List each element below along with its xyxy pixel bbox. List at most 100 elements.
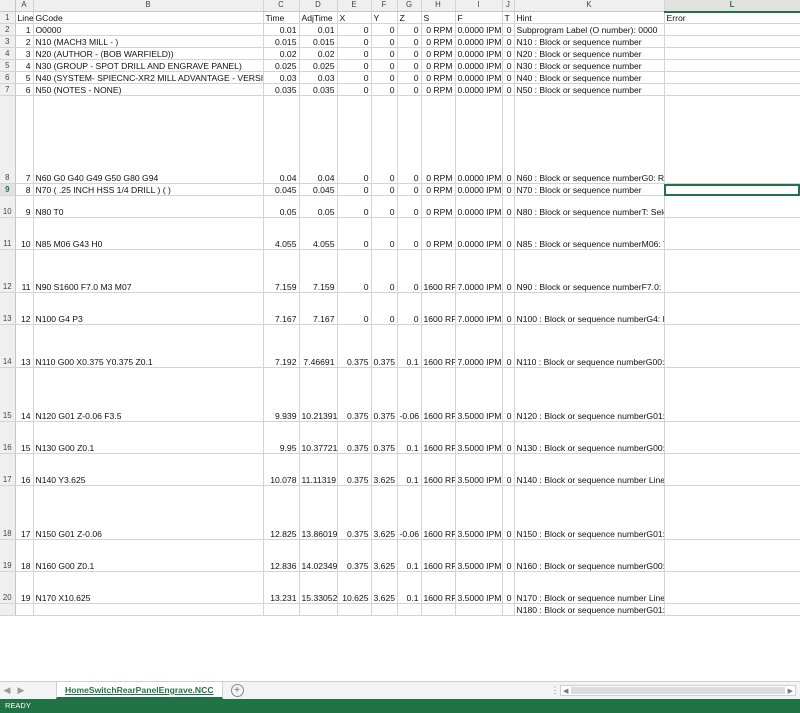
cell-i[interactable]: 0.0000 IPM xyxy=(455,95,503,185)
cell-f[interactable]: 0 xyxy=(371,217,398,251)
cell-d[interactable]: 10.37721 xyxy=(299,421,338,455)
cell-g[interactable]: 0 xyxy=(397,292,422,326)
cell-a[interactable]: 3 xyxy=(15,47,34,61)
cell-d[interactable]: 0.02 xyxy=(299,47,338,61)
cell-j[interactable]: 0 xyxy=(502,539,515,573)
cell-j[interactable]: 0 xyxy=(502,83,515,97)
cell-g[interactable]: 0.1 xyxy=(397,453,422,487)
cell-e[interactable]: 10.625 xyxy=(337,571,372,605)
cell-j[interactable]: 0 xyxy=(502,367,515,423)
cell-g[interactable] xyxy=(397,603,422,617)
cell-h[interactable]: 0 RPM xyxy=(421,35,456,49)
column-header-f[interactable]: F xyxy=(371,0,398,13)
cell-c[interactable]: 7.159 xyxy=(263,249,300,294)
cell-a[interactable]: 8 xyxy=(15,183,34,197)
row-header[interactable] xyxy=(0,603,16,617)
cell-i[interactable]: 0.0000 IPM xyxy=(455,35,503,49)
cell-f[interactable]: 0 xyxy=(371,195,398,219)
cell-h[interactable]: 0 RPM xyxy=(421,195,456,219)
more-options-icon[interactable]: ⋮ xyxy=(550,682,560,699)
column-header-c[interactable]: C xyxy=(263,0,300,13)
cell-l[interactable] xyxy=(664,453,800,487)
cell-f[interactable]: 0.375 xyxy=(371,367,398,423)
cell-k[interactable]: Subprogram Label (O number): 0000 xyxy=(514,23,665,37)
cell-d[interactable]: 7.167 xyxy=(299,292,338,326)
cell-j[interactable]: 0 xyxy=(502,47,515,61)
scrollbar-thumb[interactable] xyxy=(571,687,785,694)
cell-a[interactable]: 19 xyxy=(15,571,34,605)
plus-circle-icon[interactable]: + xyxy=(230,684,244,697)
cell-a[interactable]: 5 xyxy=(15,71,34,85)
header-cell-d[interactable]: AdjTime xyxy=(299,11,338,25)
cell-k[interactable]: N180 : Block or sequence numberG01: xyxy=(514,603,665,617)
cell-d[interactable]: 7.159 xyxy=(299,249,338,294)
header-cell-i[interactable]: F xyxy=(455,11,503,25)
cell-f[interactable]: 3.625 xyxy=(371,571,398,605)
cell-i[interactable]: 0.0000 IPM xyxy=(455,195,503,219)
cell-f[interactable]: 0 xyxy=(371,183,398,197)
cell-f[interactable]: 0 xyxy=(371,47,398,61)
cell-d[interactable] xyxy=(299,603,338,617)
cell-h[interactable]: 0 RPM xyxy=(421,83,456,97)
cell-a[interactable]: 6 xyxy=(15,83,34,97)
cell-b[interactable]: N40 (SYSTEM- SPIECNC-XR2 MILL ADVANTAGE … xyxy=(33,71,264,85)
cell-e[interactable] xyxy=(337,603,372,617)
cell-c[interactable]: 0.035 xyxy=(263,83,300,97)
cell-i[interactable]: 7.0000 IPM xyxy=(455,324,503,369)
row-header[interactable]: 20 xyxy=(0,571,16,605)
cell-a[interactable]: 9 xyxy=(15,195,34,219)
cell-h[interactable]: 1600 RPM xyxy=(421,367,456,423)
row-header[interactable]: 3 xyxy=(0,35,16,49)
cell-d[interactable]: 15.33052 xyxy=(299,571,338,605)
cell-e[interactable]: 0 xyxy=(337,217,372,251)
cell-h[interactable]: 0 RPM xyxy=(421,47,456,61)
cell-j[interactable]: 0 xyxy=(502,217,515,251)
cell-c[interactable] xyxy=(263,603,300,617)
cell-a[interactable]: 7 xyxy=(15,95,34,185)
cell-c[interactable]: 4.055 xyxy=(263,217,300,251)
cell-a[interactable]: 11 xyxy=(15,249,34,294)
cell-g[interactable]: 0 xyxy=(397,95,422,185)
cell-g[interactable]: 0.1 xyxy=(397,539,422,573)
row-header[interactable]: 9 xyxy=(0,183,16,197)
scroll-right-icon[interactable]: ▶ xyxy=(788,687,793,695)
cell-h[interactable]: 0 RPM xyxy=(421,71,456,85)
cell-l[interactable] xyxy=(664,183,800,197)
cell-a[interactable]: 17 xyxy=(15,485,34,541)
row-header[interactable]: 7 xyxy=(0,83,16,97)
cell-k[interactable]: N140 : Block or sequence number Linear m… xyxy=(514,453,665,487)
cell-c[interactable]: 7.192 xyxy=(263,324,300,369)
cell-f[interactable]: 0.375 xyxy=(371,421,398,455)
row-header[interactable]: 10 xyxy=(0,195,16,219)
row-header[interactable]: 14 xyxy=(0,324,16,369)
column-header-d[interactable]: D xyxy=(299,0,338,13)
cell-d[interactable]: 0.045 xyxy=(299,183,338,197)
cell-f[interactable]: 0.375 xyxy=(371,324,398,369)
cell-h[interactable]: 1600 RPM xyxy=(421,249,456,294)
cell-i[interactable] xyxy=(455,603,503,617)
cell-k[interactable]: N100 : Block or sequence numberG4: Dwell… xyxy=(514,292,665,326)
row-header[interactable]: 12 xyxy=(0,249,16,294)
cell-d[interactable]: 0.015 xyxy=(299,35,338,49)
cell-e[interactable]: 0.375 xyxy=(337,421,372,455)
cell-a[interactable]: 10 xyxy=(15,217,34,251)
cell-k[interactable]: N70 : Block or sequence number xyxy=(514,183,665,197)
cell-e[interactable]: 0.375 xyxy=(337,485,372,541)
cell-j[interactable]: 0 xyxy=(502,35,515,49)
cell-e[interactable]: 0 xyxy=(337,195,372,219)
cell-h[interactable]: 1600 RPM xyxy=(421,539,456,573)
cell-i[interactable]: 7.0000 IPM xyxy=(455,292,503,326)
cell-j[interactable]: 0 xyxy=(502,485,515,541)
cell-h[interactable]: 1600 RPM xyxy=(421,421,456,455)
cell-b[interactable]: N120 G01 Z-0.06 F3.5 xyxy=(33,367,264,423)
cell-j[interactable]: 0 xyxy=(502,59,515,73)
cell-i[interactable]: 3.5000 IPM xyxy=(455,485,503,541)
cell-b[interactable]: N100 G4 P3 xyxy=(33,292,264,326)
cell-c[interactable]: 0.015 xyxy=(263,35,300,49)
chevron-right-icon[interactable]: ▶ xyxy=(14,682,28,699)
cell-i[interactable]: 7.0000 IPM xyxy=(455,249,503,294)
cell-l[interactable] xyxy=(664,485,800,541)
header-cell-e[interactable]: X xyxy=(337,11,372,25)
cell-l[interactable] xyxy=(664,47,800,61)
horizontal-scrollbar[interactable]: ◀ ▶ xyxy=(560,685,796,696)
